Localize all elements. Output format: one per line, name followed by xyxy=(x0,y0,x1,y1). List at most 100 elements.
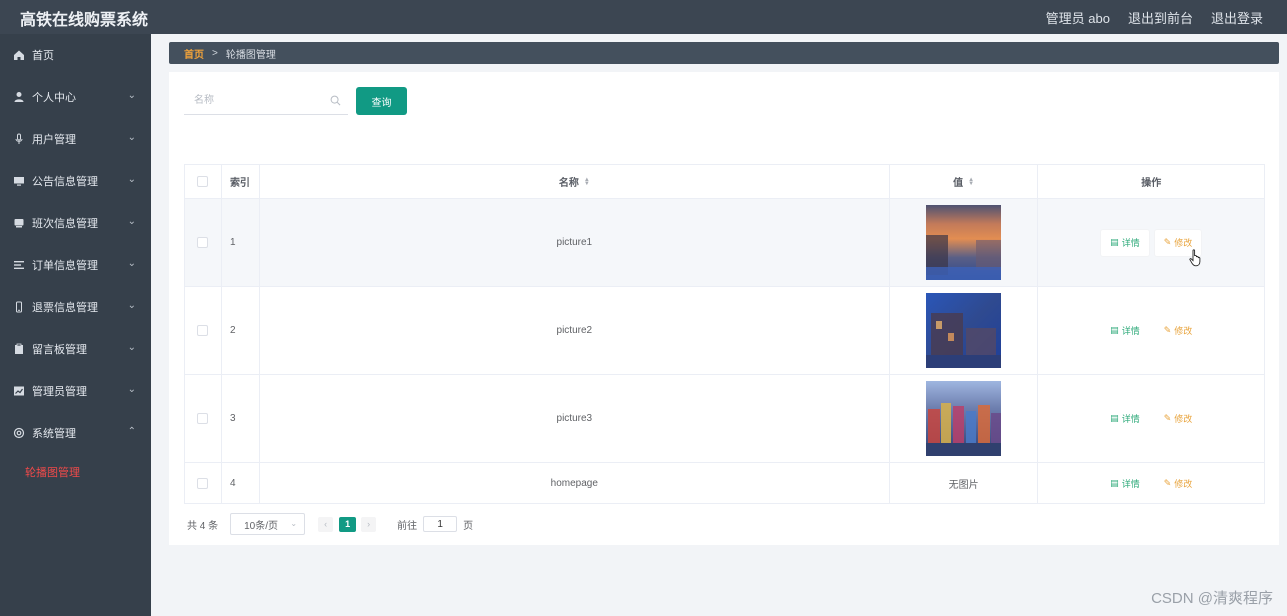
edit-label: 修改 xyxy=(1174,478,1193,489)
detail-label: 详情 xyxy=(1121,414,1140,424)
sidebar-item-notice[interactable]: 公告信息管理 ⌄ xyxy=(0,160,151,202)
detail-button[interactable]: ▤ 详情 xyxy=(1101,470,1149,496)
detail-button[interactable]: ▤ 详情 xyxy=(1101,229,1149,256)
prev-page-button[interactable]: ‹ xyxy=(318,516,334,532)
edit-button[interactable]: ✎ 修改 xyxy=(1155,470,1202,496)
edit-button[interactable]: ✎ 修改 xyxy=(1155,318,1202,344)
row-actions: ▤ 详情 ✎ 修改 xyxy=(1038,199,1264,286)
pencil-icon: ✎ xyxy=(1163,237,1172,247)
row-checkbox[interactable] xyxy=(197,325,209,336)
edit-button[interactable]: ✎ 修改 xyxy=(1155,406,1202,432)
sidebar-item-refunds[interactable]: 退票信息管理 ⌄ xyxy=(0,286,151,328)
header-name[interactable]: 名称 ▲ ▼ xyxy=(260,165,890,198)
carousel-thumbnail[interactable] xyxy=(926,205,1002,280)
row-value-cell xyxy=(890,287,1039,374)
chevron-down-icon: ⌄ xyxy=(127,90,136,101)
sort-icon[interactable]: ▲ ▼ xyxy=(584,177,590,187)
sidebar-item-label: 用户管理 xyxy=(32,134,76,146)
row-value: 无图片 xyxy=(890,463,1039,503)
clipboard-icon xyxy=(13,343,25,355)
carousel-thumbnail[interactable] xyxy=(926,381,1002,456)
pencil-icon: ✎ xyxy=(1163,413,1172,423)
detail-button[interactable]: ▤ 详情 xyxy=(1101,318,1149,344)
phone-icon xyxy=(13,301,25,313)
document-icon: ▤ xyxy=(1110,413,1119,423)
detail-button[interactable]: ▤ 详情 xyxy=(1101,406,1149,432)
goto-page-input[interactable] xyxy=(423,516,458,532)
edit-label: 修改 xyxy=(1174,238,1193,248)
sidebar-item-profile[interactable]: 个人中心 ⌄ xyxy=(0,76,151,118)
sidebar-item-label: 公告信息管理 xyxy=(32,176,98,188)
next-page-button[interactable]: › xyxy=(361,516,377,532)
search-icon xyxy=(330,95,341,106)
search-input[interactable] xyxy=(184,87,324,113)
row-checkbox[interactable] xyxy=(197,237,209,248)
sidebar-subitem-carousel[interactable]: 轮播图管理 xyxy=(0,454,151,490)
sidebar-item-messages[interactable]: 留言板管理 ⌄ xyxy=(0,328,151,370)
sidebar-item-label: 退票信息管理 xyxy=(32,302,98,314)
row-checkbox[interactable] xyxy=(197,477,209,489)
goto-unit: 页 xyxy=(463,520,474,532)
chevron-down-icon: ⌄ xyxy=(127,258,136,269)
pencil-icon: ✎ xyxy=(1163,477,1172,488)
sort-icon[interactable]: ▲ ▼ xyxy=(968,177,974,187)
home-icon xyxy=(13,49,25,61)
main-panel: 查询 索引 名称 ▲▼ 值 ▲▼ 操作 1 picture1 xyxy=(169,72,1279,545)
row-index: 3 xyxy=(222,375,260,462)
breadcrumb: 首页 > 轮播图管理 xyxy=(169,42,1279,64)
chevron-down-icon: ⌄ xyxy=(127,300,136,311)
row-index: 4 xyxy=(222,463,260,503)
sidebar-item-users[interactable]: 用户管理 ⌄ xyxy=(0,118,151,160)
document-icon: ▤ xyxy=(1110,237,1119,247)
row-actions: ▤ 详情 ✎ 修改 xyxy=(1038,463,1264,503)
sidebar-item-label: 订单信息管理 xyxy=(32,260,98,272)
admin-name: 管理员 abo xyxy=(1045,11,1110,26)
header-value[interactable]: 值 ▲ ▼ xyxy=(890,165,1039,198)
chevron-up-icon: ⌃ xyxy=(127,426,136,437)
sidebar-item-system[interactable]: 系统管理 ⌃ xyxy=(0,412,151,454)
sidebar-item-label: 管理员管理 xyxy=(32,386,87,398)
table-header-row: 索引 名称 ▲ ▼ 值 ▲ ▼ 操作 xyxy=(185,165,1264,199)
app-title: 高铁在线购票系统 xyxy=(20,12,149,29)
breadcrumb-home[interactable]: 首页 xyxy=(184,46,204,61)
row-value-cell xyxy=(890,199,1039,286)
settings-icon xyxy=(13,427,25,439)
sidebar-item-orders[interactable]: 订单信息管理 ⌄ xyxy=(0,244,151,286)
data-table: 索引 名称 ▲ ▼ 值 ▲ ▼ 操作 1 picture1 ▤ 详情 ✎ 修改 … xyxy=(184,164,1265,504)
row-name: picture2 xyxy=(260,287,890,374)
table-row: 1 picture1 ▤ 详情 ✎ 修改 xyxy=(185,199,1264,287)
sidebar: 首页 个人中心 ⌄ 用户管理 ⌄ 公告信息管理 ⌄ 班次信息管理 ⌄ 订单信息管… xyxy=(0,34,151,616)
row-checkbox[interactable] xyxy=(197,413,209,424)
page-size-select[interactable]: 10条/页 ⌄ xyxy=(230,513,306,535)
pencil-icon: ✎ xyxy=(1163,325,1172,335)
logout-link[interactable]: 退出登录 xyxy=(1211,8,1263,27)
row-actions: ▤ 详情 ✎ 修改 xyxy=(1038,287,1264,374)
train-icon xyxy=(13,217,25,229)
header-name-label: 名称 xyxy=(558,178,579,189)
header-index: 索引 xyxy=(222,165,260,198)
carousel-thumbnail[interactable] xyxy=(926,293,1002,368)
hand-cursor-icon xyxy=(1189,249,1201,267)
row-name: homepage xyxy=(260,463,890,503)
sidebar-item-admins[interactable]: 管理员管理 ⌄ xyxy=(0,370,151,412)
row-value-cell xyxy=(890,375,1039,462)
row-checkbox-cell xyxy=(185,375,222,462)
to-front-link[interactable]: 退出到前台 xyxy=(1128,8,1193,27)
select-all-checkbox[interactable] xyxy=(197,176,209,187)
search-box xyxy=(184,87,348,115)
sidebar-item-home[interactable]: 首页 xyxy=(0,34,151,76)
breadcrumb-separator: > xyxy=(212,47,218,59)
table-row: 3 picture3 ▤ 详情 ✎ 修改 xyxy=(185,375,1264,463)
page-number-1[interactable]: 1 xyxy=(339,516,357,532)
detail-label: 详情 xyxy=(1121,326,1140,336)
header-value-label: 值 xyxy=(953,178,964,189)
sidebar-item-label: 班次信息管理 xyxy=(32,218,98,230)
sidebar-item-schedule[interactable]: 班次信息管理 ⌄ xyxy=(0,202,151,244)
chevron-down-icon: ⌄ xyxy=(127,216,136,227)
user-icon xyxy=(13,91,25,103)
query-button[interactable]: 查询 xyxy=(356,87,407,115)
chart-icon xyxy=(13,385,25,397)
row-name: picture1 xyxy=(260,199,890,286)
top-right-links: 管理员 abo 退出到前台 退出登录 xyxy=(1046,8,1263,27)
row-index: 2 xyxy=(222,287,260,374)
